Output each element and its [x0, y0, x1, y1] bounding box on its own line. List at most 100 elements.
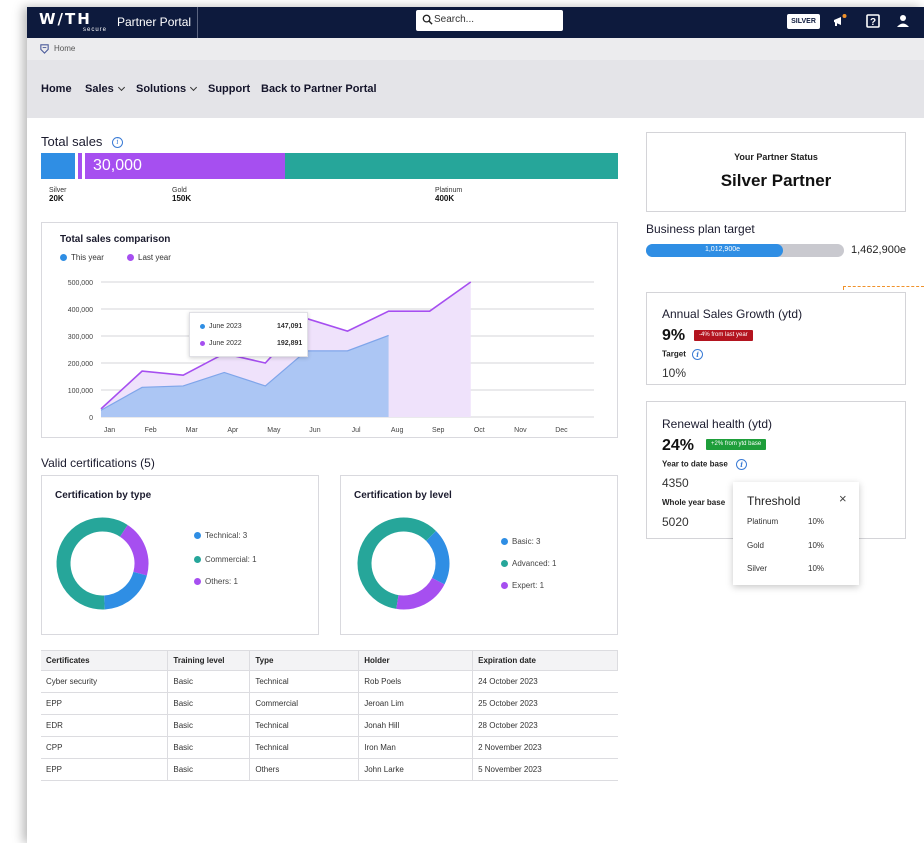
cell-type: Commercial	[249, 692, 359, 715]
nav-home[interactable]: Home	[41, 83, 72, 95]
platinum-segment	[285, 153, 618, 179]
x-tick-label: Jul	[352, 427, 361, 434]
cert-by-type-donut	[56, 517, 149, 610]
cell-holder: Rob Poels	[358, 670, 473, 693]
threshold-row-silver: Silver 10%	[747, 564, 824, 573]
donut-slice	[119, 524, 149, 576]
tier-badge[interactable]: SILVER	[787, 14, 820, 29]
cell-certificate: EPP	[41, 692, 168, 715]
cell-type: Technical	[249, 714, 359, 737]
threshold-pct: 10%	[808, 541, 825, 550]
ytd-label: Year to date base	[662, 459, 728, 469]
cell-expiration: 28 October 2023	[472, 714, 618, 737]
cell-holder: John Larke	[358, 758, 473, 781]
annual-growth-target: Target i	[662, 349, 704, 360]
legend-label: Basic: 3	[512, 537, 541, 546]
cell-training-level: Basic	[167, 758, 250, 781]
cell-expiration: 2 November 2023	[472, 736, 618, 759]
y-tick-label: 500,000	[68, 280, 93, 287]
legend-expert: Expert: 1	[501, 581, 544, 590]
table-row[interactable]: EDR Basic Technical Jonah Hill 28 Octobe…	[41, 714, 618, 737]
cell-certificate: EDR	[41, 714, 168, 737]
tier-platinum-value: 400K	[435, 194, 455, 203]
donut-slice	[425, 530, 450, 585]
tier-platinum-name: Platinum	[435, 187, 463, 194]
tier-gold-name: Gold	[172, 187, 187, 194]
nav-sales-label: Sales	[85, 83, 114, 95]
info-icon[interactable]: i	[112, 137, 124, 149]
cell-certificate: CPP	[41, 736, 168, 759]
sales-comparison-chart: 500,000 400,000 300,000 200,000 100,000 0 Jan F…	[68, 280, 594, 434]
total-sales-bar: 30,000	[41, 153, 618, 179]
tier-gold-value: 150K	[172, 194, 192, 203]
cell-expiration: 24 October 2023	[472, 670, 618, 693]
nav-solutions[interactable]: Solutions	[136, 83, 198, 95]
close-icon[interactable]: ×	[839, 491, 847, 506]
partner-status-value: Silver Partner	[720, 171, 832, 190]
nav-solutions-label: Solutions	[136, 83, 187, 95]
cell-training-level: Basic	[167, 692, 250, 715]
x-tick-label: Nov	[514, 427, 527, 434]
legend-commercial: Commercial: 1	[194, 555, 257, 564]
legend-dot	[194, 556, 201, 564]
nav-back-to-partner-portal[interactable]: Back to Partner Portal	[261, 83, 377, 95]
threshold-tier: Platinum	[747, 517, 779, 526]
table-row[interactable]: EPP Basic Commercial Jeroan Lim 25 Octob…	[41, 692, 618, 715]
partner-status-card: Your Partner Status Silver Partner	[646, 132, 906, 212]
renewal-ytd-label-row: Year to date base i	[662, 459, 748, 470]
business-plan-achieved: 1,012,900e	[704, 246, 741, 253]
tier-silver-value: 20K	[49, 194, 64, 203]
info-icon[interactable]: i	[736, 459, 748, 470]
table-row[interactable]: CPP Basic Technical Iron Man 2 November …	[41, 736, 618, 759]
brand-logo[interactable]: W/TH secure	[39, 10, 114, 34]
renewal-whole-value: 5020	[662, 515, 689, 529]
table-row[interactable]: Cyber security Basic Technical Rob Poels…	[41, 670, 618, 693]
annual-growth-title: Annual Sales Growth (ytd)	[662, 307, 803, 321]
table-row[interactable]: EPP Basic Others John Larke 5 November 2…	[41, 758, 618, 781]
threshold-row-platinum: Platinum 10%	[747, 517, 824, 526]
svg-text:?: ?	[870, 17, 876, 28]
cert-by-level-title: Certification by level	[354, 490, 452, 501]
renewal-health-badge: +2% from ytd base	[706, 439, 767, 450]
breadcrumb: Home	[27, 38, 924, 60]
megaphone-icon[interactable]	[832, 13, 848, 29]
search-input[interactable]: Search...	[416, 10, 563, 31]
help-icon[interactable]: ?	[865, 13, 881, 29]
cell-holder: Iron Man	[358, 736, 473, 759]
renewal-ytd-value: 4350	[662, 476, 689, 490]
threshold-row-gold: Gold 10%	[747, 541, 824, 550]
nav-support[interactable]: Support	[208, 83, 250, 95]
y-tick-label: 100,000	[68, 388, 93, 395]
cert-by-level-donut	[357, 517, 450, 610]
col-training-level[interactable]: Training level	[167, 650, 251, 671]
tooltip-value: 147,091	[277, 323, 303, 330]
cert-by-type-card: Certification by type Technical: 3 Comme…	[41, 475, 319, 635]
col-expiration-date[interactable]: Expiration date	[472, 650, 618, 671]
info-icon[interactable]: i	[692, 349, 704, 360]
cell-holder: Jonah Hill	[358, 714, 473, 737]
col-holder[interactable]: Holder	[358, 650, 474, 671]
col-type[interactable]: Type	[249, 650, 360, 671]
cell-expiration: 5 November 2023	[472, 758, 618, 781]
legend-advanced: Advanced: 1	[501, 559, 556, 568]
x-tick-label: Aug	[391, 427, 404, 434]
breadcrumb-home[interactable]: Home	[54, 44, 75, 53]
partner-status-label: Your Partner Status	[734, 152, 818, 162]
renewal-health-title: Renewal health (ytd)	[662, 417, 773, 431]
legend-dot	[194, 578, 201, 586]
target-label: Target	[662, 349, 686, 359]
x-tick-label: Sep	[432, 427, 445, 434]
silver-segment	[41, 153, 75, 179]
main-nav: Home Sales Solutions Support Back to Par…	[27, 60, 924, 118]
y-tick-label: 0	[89, 415, 93, 422]
x-tick-label: Oct	[474, 427, 485, 434]
business-plan-target: 1,462,900e	[851, 244, 907, 256]
cell-type: Others	[249, 758, 359, 781]
user-icon[interactable]	[895, 13, 911, 29]
nav-sales[interactable]: Sales	[85, 83, 125, 95]
certifications-title: Valid certifications (5)	[41, 456, 155, 470]
col-certificates[interactable]: Certificates	[41, 650, 169, 671]
cell-certificate: Cyber security	[41, 670, 168, 693]
donut-slice	[56, 517, 128, 610]
legend-dot	[200, 340, 205, 346]
